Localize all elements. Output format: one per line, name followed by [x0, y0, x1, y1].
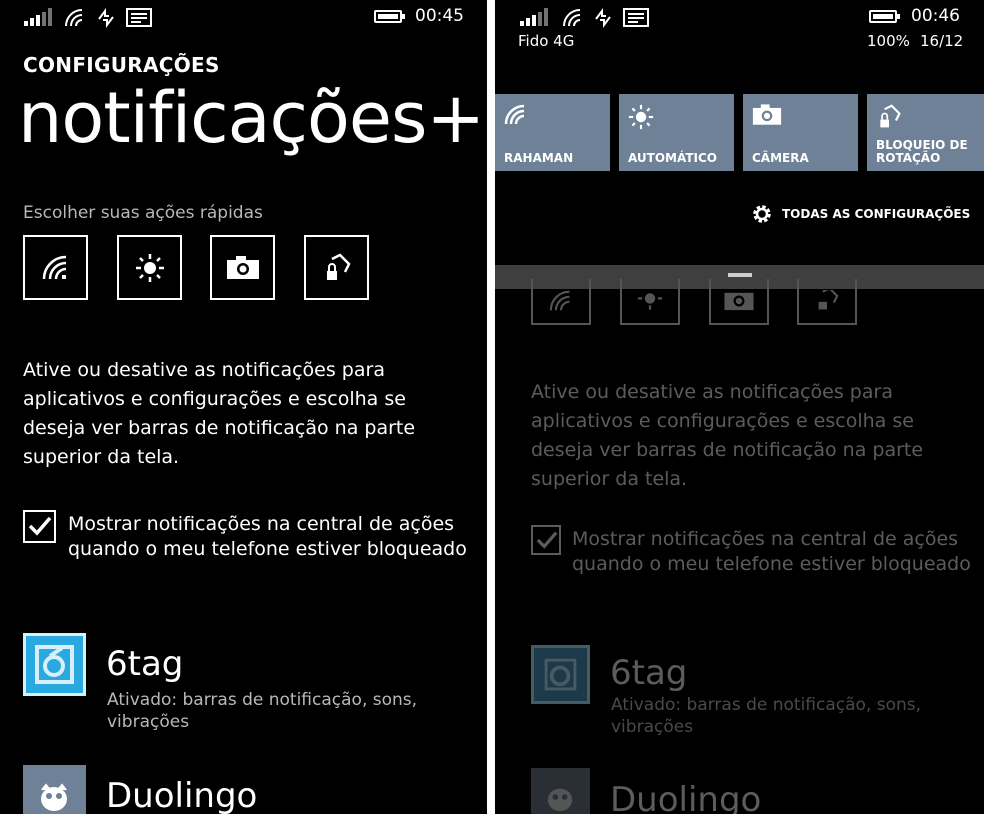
quick-action-rotation-lock	[797, 279, 857, 325]
quick-tile-wifi[interactable]: RAHAMAN	[495, 94, 610, 171]
battery-icon	[374, 10, 405, 23]
wifi-icon	[42, 255, 66, 279]
quick-action-brightness[interactable]	[117, 235, 182, 300]
checkmark-icon	[536, 531, 558, 549]
checkbox-label: Mostrar notificações na central de ações…	[68, 513, 467, 560]
notifications-description: Ative ou desative as notificações para a…	[23, 359, 416, 468]
quick-tile-camera[interactable]: CÂMERA	[743, 94, 858, 171]
quick-action-rotation-lock[interactable]	[304, 235, 369, 300]
quick-action-camera	[709, 279, 769, 325]
gear-icon	[753, 205, 771, 223]
wifi-status-icon	[65, 9, 83, 27]
app-name: Duolingo	[610, 780, 762, 814]
quick-tile-brightness[interactable]: AUTOMÁTICO	[619, 94, 734, 171]
data-transfer-icon	[595, 8, 611, 28]
tile-label: BLOQUEIO DE ROTAÇÃO	[876, 138, 968, 165]
battery-icon	[869, 10, 900, 23]
app-notification-status: Ativado: barras de notificação, sons, vi…	[611, 695, 922, 737]
date: 16/12	[920, 32, 964, 50]
signal-strength-icon	[24, 8, 54, 26]
brightness-icon	[135, 253, 164, 282]
message-icon	[126, 8, 152, 27]
checkmark-icon	[28, 516, 52, 536]
clock: 00:45	[415, 6, 464, 26]
checkbox-label: Mostrar notificações na central de ações…	[572, 528, 971, 575]
camera-icon	[752, 104, 782, 125]
quick-action-wifi[interactable]	[23, 235, 88, 300]
all-settings-link[interactable]: TODAS AS CONFIGURAÇÕES	[751, 203, 970, 225]
quick-action-camera[interactable]	[210, 235, 275, 300]
dimmed-settings-background: Ative ou desative as notificações para a…	[495, 279, 984, 814]
lock-screen-notifications-checkbox[interactable]	[23, 510, 56, 543]
tile-label: AUTOMÁTICO	[628, 151, 718, 165]
data-transfer-icon	[98, 8, 114, 28]
wifi-icon	[549, 290, 570, 311]
app-name: Duolingo	[106, 776, 258, 814]
rotation-lock-icon	[880, 104, 901, 128]
brightness-icon	[628, 104, 654, 130]
right-phone-screen: 00:46 Fido 4G 100% 16/12 RAHAMAN AUTOMÁT…	[495, 0, 984, 814]
rotation-lock-icon	[818, 290, 839, 310]
brightness-icon	[637, 293, 663, 310]
lock-screen-notifications-checkbox	[531, 525, 561, 555]
camera-icon	[226, 255, 259, 279]
camera-icon	[724, 292, 754, 311]
message-icon	[623, 8, 649, 27]
app-notification-status: Ativado: barras de notificação, sons, vi…	[107, 690, 418, 732]
clock: 00:46	[911, 6, 960, 26]
tile-label: CÂMERA	[752, 151, 809, 165]
6tag-icon	[531, 645, 590, 704]
6tag-icon	[23, 633, 86, 696]
app-name: 6tag	[106, 644, 184, 684]
signal-strength-icon	[520, 8, 550, 26]
wifi-status-icon	[563, 9, 581, 27]
carrier-name: Fido 4G	[518, 32, 575, 50]
app-name: 6tag	[610, 653, 688, 693]
wifi-icon	[504, 104, 525, 125]
all-settings-label: TODAS AS CONFIGURAÇÕES	[782, 207, 971, 221]
app-title: CONFIGURAÇÕES	[23, 53, 220, 77]
quick-action-brightness	[620, 279, 680, 325]
quick-action-wifi	[531, 279, 591, 325]
tile-label: RAHAMAN	[504, 151, 574, 165]
battery-percentage: 100%	[867, 32, 910, 50]
quick-actions-label: Escolher suas ações rápidas	[23, 203, 263, 223]
duolingo-owl-icon	[23, 765, 86, 814]
status-bar: 00:45	[0, 0, 487, 40]
left-phone-screen: 00:45 CONFIGURAÇÕES notificações+ações E…	[0, 0, 487, 814]
page-title: notificações+ações	[18, 77, 487, 159]
quick-tile-rotation-lock[interactable]: BLOQUEIO DE ROTAÇÃO	[867, 94, 984, 171]
duolingo-owl-icon	[531, 768, 590, 814]
notifications-description: Ative ou desative as notificações para a…	[531, 381, 924, 490]
rotation-lock-icon	[326, 252, 351, 280]
